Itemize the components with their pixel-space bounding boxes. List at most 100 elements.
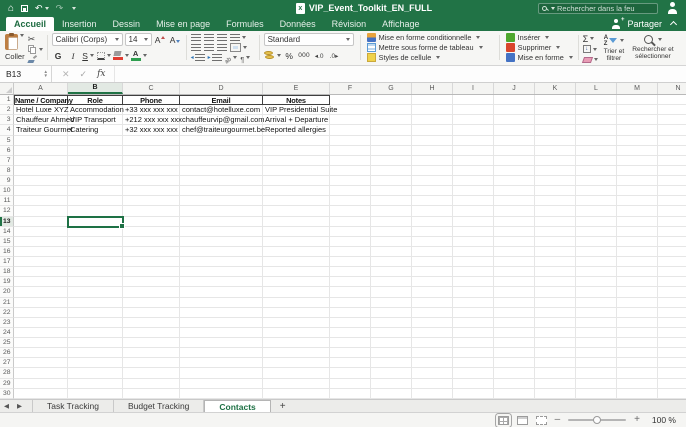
cell-I14[interactable]: [453, 227, 494, 237]
cell-N21[interactable]: [658, 298, 686, 308]
cell-E11[interactable]: [263, 196, 330, 206]
cell-M2[interactable]: [617, 105, 658, 115]
italic-button[interactable]: I: [67, 49, 80, 62]
cell-K7[interactable]: [535, 156, 576, 166]
cell-E17[interactable]: [263, 257, 330, 267]
row-header-20[interactable]: 20: [0, 287, 14, 297]
cell-J8[interactable]: [494, 166, 535, 176]
cell-A3[interactable]: Chauffeur Ahmed: [14, 115, 68, 125]
cell-N12[interactable]: [658, 206, 686, 216]
cell-M20[interactable]: [617, 287, 658, 297]
cell-E23[interactable]: [263, 318, 330, 328]
cell-D30[interactable]: [180, 389, 263, 399]
cell-H11[interactable]: [412, 196, 453, 206]
zoom-level[interactable]: 100 %: [648, 415, 676, 425]
cell-C6[interactable]: [123, 146, 180, 156]
cell-F24[interactable]: [330, 328, 371, 338]
cell-N20[interactable]: [658, 287, 686, 297]
cell-A23[interactable]: [14, 318, 68, 328]
cell-A22[interactable]: [14, 308, 68, 318]
cell-A6[interactable]: [14, 146, 68, 156]
cell-G15[interactable]: [371, 237, 412, 247]
cell-C1[interactable]: Phone: [123, 95, 180, 105]
cell-A15[interactable]: [14, 237, 68, 247]
cell-C5[interactable]: [123, 136, 180, 146]
cell-B23[interactable]: [68, 318, 123, 328]
cell-J16[interactable]: [494, 247, 535, 257]
font-family-select[interactable]: Calibri (Corps): [52, 33, 123, 46]
cell-L7[interactable]: [576, 156, 617, 166]
cell-K11[interactable]: [535, 196, 576, 206]
cell-F6[interactable]: [330, 146, 371, 156]
undo-icon[interactable]: [35, 4, 49, 13]
row-header-4[interactable]: 4: [0, 125, 14, 135]
cell-J2[interactable]: [494, 105, 535, 115]
cell-B27[interactable]: [68, 358, 123, 368]
thousands-separator-icon[interactable]: 000: [298, 49, 311, 62]
cell-D19[interactable]: [180, 277, 263, 287]
cell-G16[interactable]: [371, 247, 412, 257]
add-sheet-button[interactable]: +: [271, 400, 295, 412]
cell-G19[interactable]: [371, 277, 412, 287]
cell-H28[interactable]: [412, 368, 453, 378]
row-header-3[interactable]: 3: [0, 115, 14, 125]
row-header-26[interactable]: 26: [0, 348, 14, 358]
cell-H8[interactable]: [412, 166, 453, 176]
cell-D16[interactable]: [180, 247, 263, 257]
cell-H18[interactable]: [412, 267, 453, 277]
save-icon[interactable]: [21, 5, 28, 12]
name-box[interactable]: B13 ▲▼: [0, 66, 52, 82]
cell-L19[interactable]: [576, 277, 617, 287]
cell-A10[interactable]: [14, 186, 68, 196]
cell-G14[interactable]: [371, 227, 412, 237]
cell-I15[interactable]: [453, 237, 494, 247]
delete-cells-button[interactable]: Supprimer: [506, 43, 574, 53]
cell-H3[interactable]: [412, 115, 453, 125]
cell-A1[interactable]: Name / Company: [14, 95, 68, 105]
cell-F21[interactable]: [330, 298, 371, 308]
cell-C18[interactable]: [123, 267, 180, 277]
cell-J14[interactable]: [494, 227, 535, 237]
cell-K22[interactable]: [535, 308, 576, 318]
underline-button[interactable]: S: [82, 49, 95, 62]
cell-F9[interactable]: [330, 176, 371, 186]
cell-G8[interactable]: [371, 166, 412, 176]
cell-C11[interactable]: [123, 196, 180, 206]
cell-B9[interactable]: [68, 176, 123, 186]
cell-B2[interactable]: Accommodation: [68, 105, 123, 115]
cell-M4[interactable]: [617, 125, 658, 135]
cell-L29[interactable]: [576, 379, 617, 389]
cell-B14[interactable]: [68, 227, 123, 237]
cell-F20[interactable]: [330, 287, 371, 297]
row-header-29[interactable]: 29: [0, 379, 14, 389]
cell-K4[interactable]: [535, 125, 576, 135]
cell-G9[interactable]: [371, 176, 412, 186]
cell-I30[interactable]: [453, 389, 494, 399]
cell-C15[interactable]: [123, 237, 180, 247]
cell-D29[interactable]: [180, 379, 263, 389]
cell-C19[interactable]: [123, 277, 180, 287]
cell-F2[interactable]: [330, 105, 371, 115]
cell-J20[interactable]: [494, 287, 535, 297]
spreadsheet-grid[interactable]: ABCDEFGHIJKLMN1Name / CompanyRolePhoneEm…: [0, 83, 686, 399]
cell-A14[interactable]: [14, 227, 68, 237]
cell-M18[interactable]: [617, 267, 658, 277]
cell-E5[interactable]: [263, 136, 330, 146]
fill-color-icon[interactable]: [113, 49, 129, 62]
cell-J21[interactable]: [494, 298, 535, 308]
cell-F3[interactable]: [330, 115, 371, 125]
cell-H10[interactable]: [412, 186, 453, 196]
cell-C8[interactable]: [123, 166, 180, 176]
cell-M26[interactable]: [617, 348, 658, 358]
cell-D11[interactable]: [180, 196, 263, 206]
cell-N27[interactable]: [658, 358, 686, 368]
cell-M12[interactable]: [617, 206, 658, 216]
cell-D22[interactable]: [180, 308, 263, 318]
cell-D4[interactable]: chef@traiteurgourmet.be: [180, 125, 263, 135]
cell-J26[interactable]: [494, 348, 535, 358]
cell-K10[interactable]: [535, 186, 576, 196]
cell-H6[interactable]: [412, 146, 453, 156]
cell-F19[interactable]: [330, 277, 371, 287]
cell-N18[interactable]: [658, 267, 686, 277]
column-header-E[interactable]: E: [263, 83, 330, 94]
